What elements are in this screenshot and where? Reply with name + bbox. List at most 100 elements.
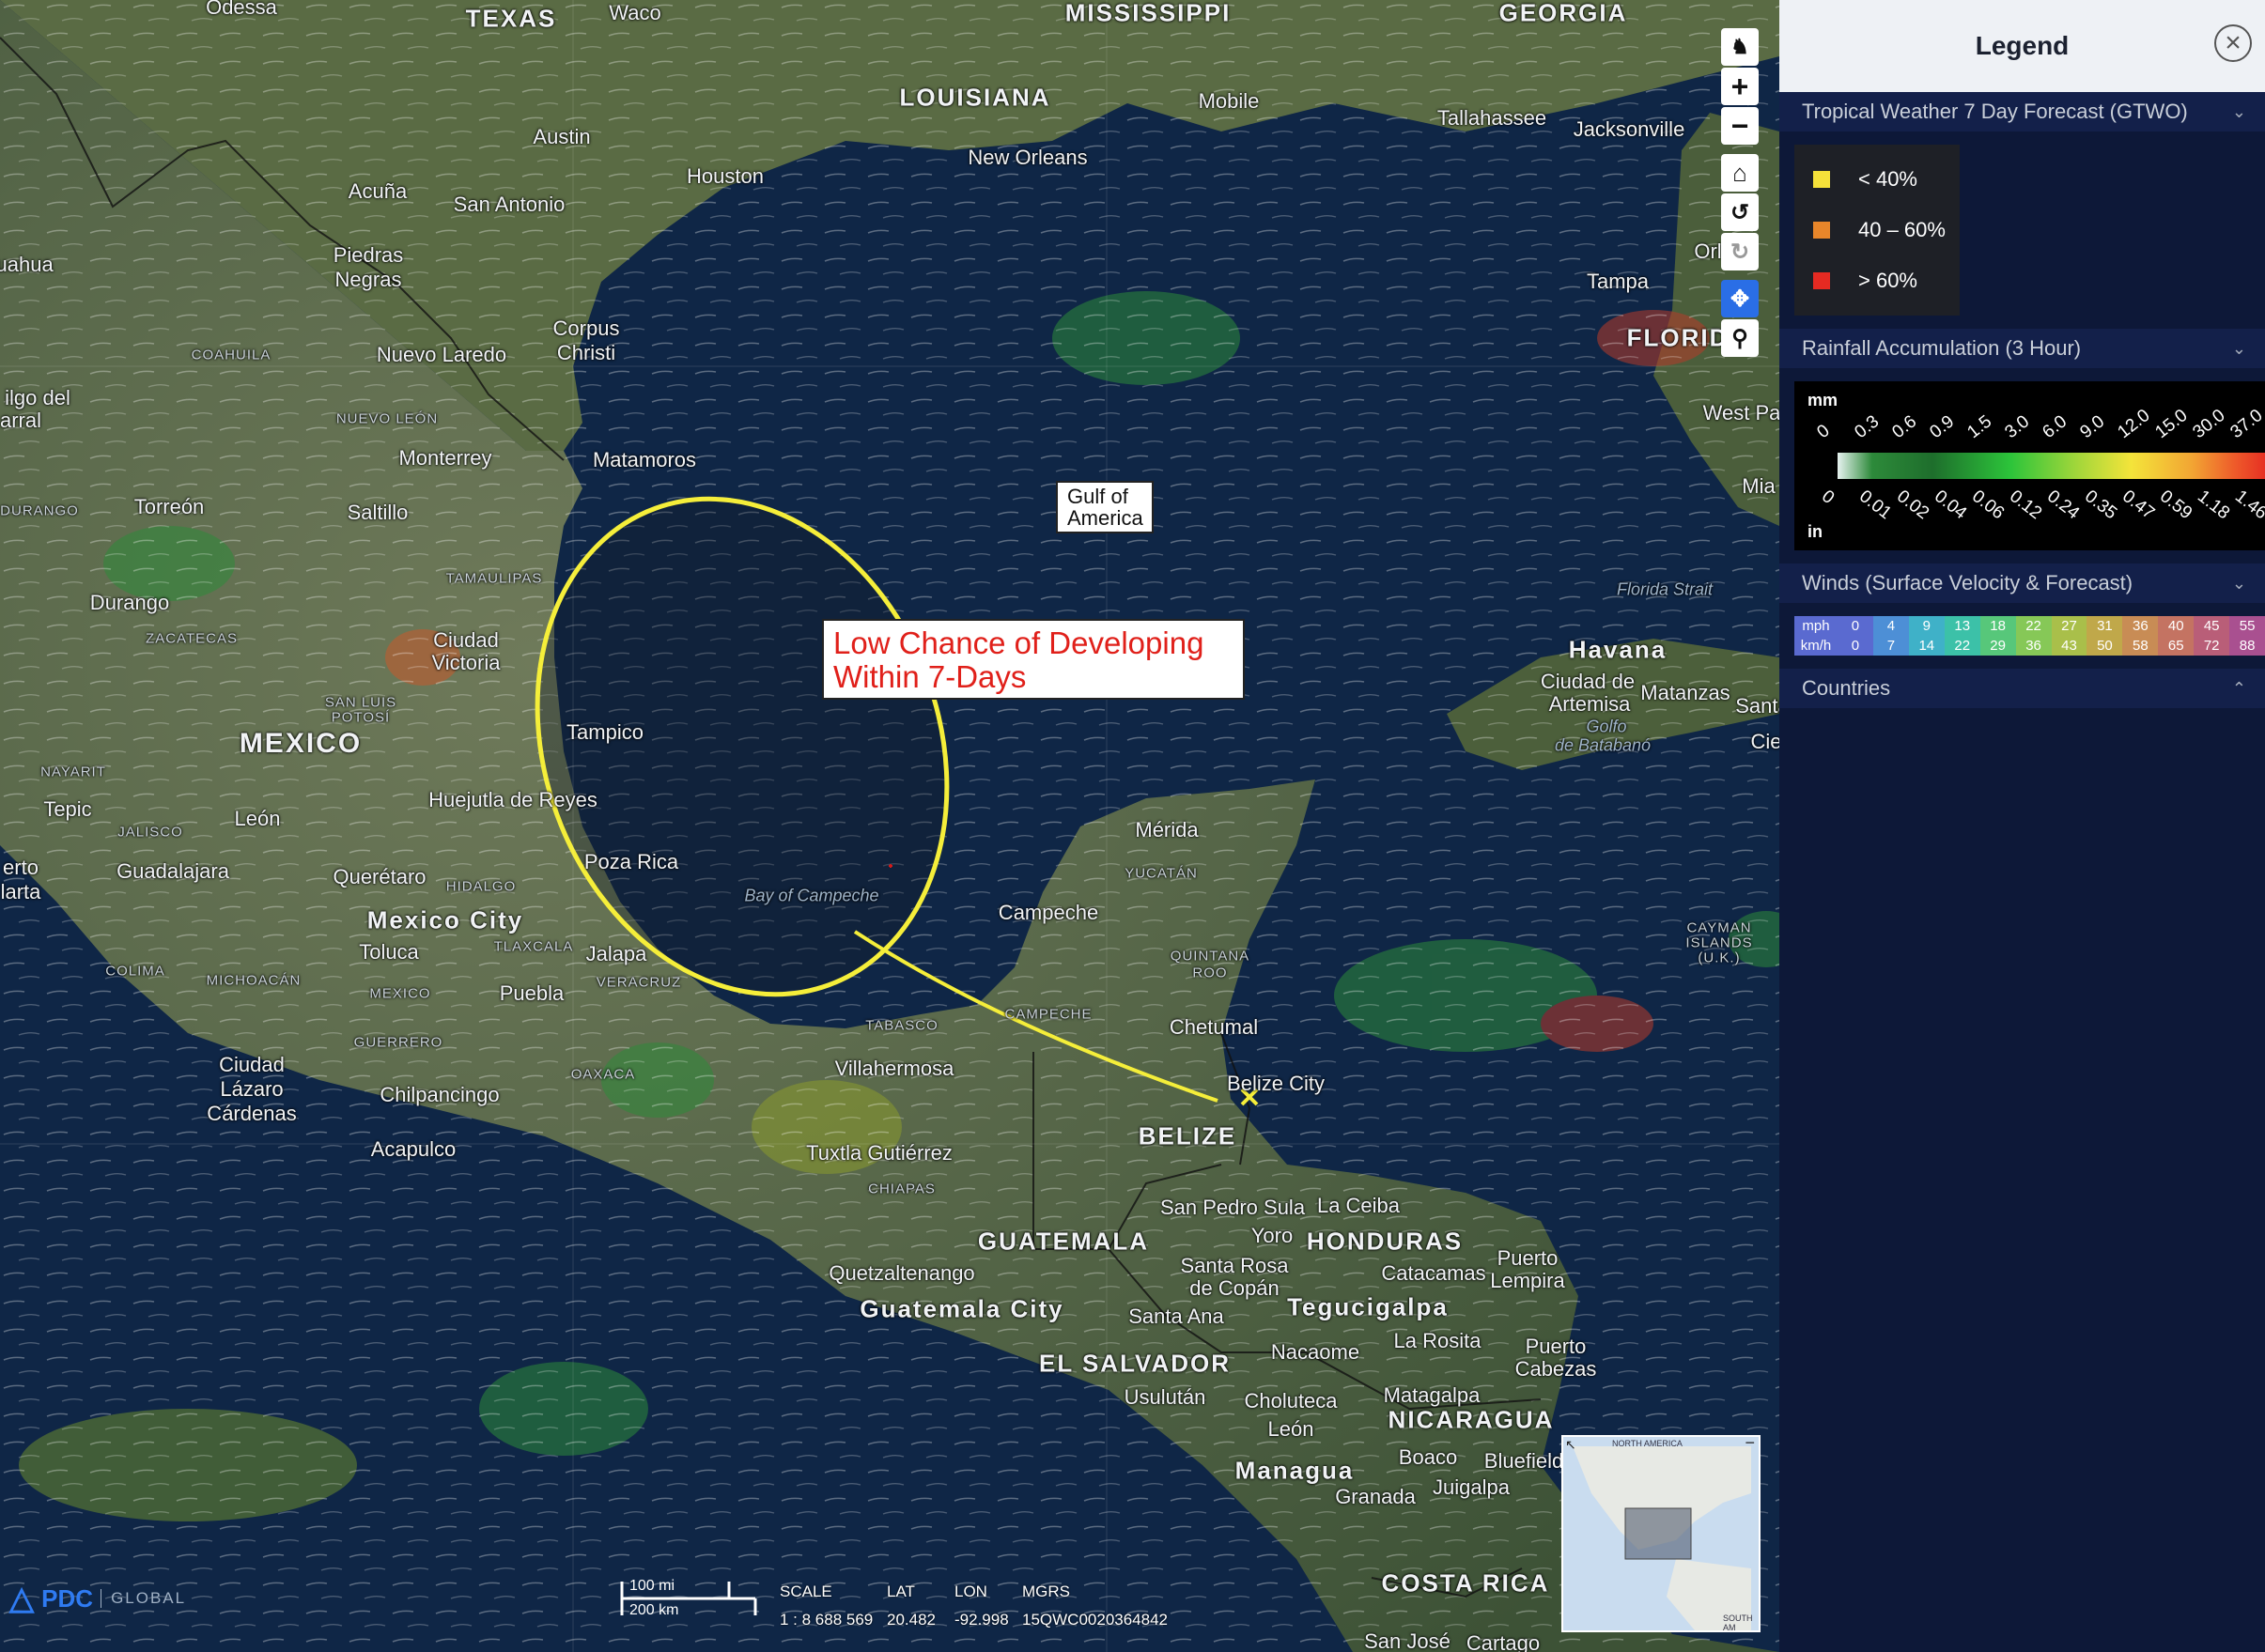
place-label: HONDURAS [1306,1227,1464,1256]
section-gtwo[interactable]: Tropical Weather 7 Day Forecast (GTWO) ⌄ [1779,92,2265,131]
rain-in-tick: 0.06 [1968,486,2009,524]
place-label: Quetzaltenango [829,1261,975,1285]
zoom-in-icon[interactable]: + [1721,68,1759,105]
place-label: Toluca [359,940,419,964]
forecast-callout: Low Chance of Developing Within 7-Days [822,619,1245,700]
chevron-down-icon[interactable]: ⌄ [2232,339,2246,359]
place-label: Boaco [1398,1445,1458,1469]
place-label: León [234,807,281,830]
overview-minimap[interactable]: NORTH AMERICA SOUTH AM ↖ − [1561,1435,1761,1632]
wind-value-cell: 22 [1944,636,1980,656]
mgrs-info: MGRS 15QWC0020364842 [1022,1578,1168,1634]
place-label: TLAXCALA [493,938,574,955]
wind-value-cell: 40 [2158,616,2195,636]
minimap-expand-icon[interactable]: ↖ [1565,1437,1576,1453]
place-label: Ciudad [219,1053,285,1076]
rotate-right-icon[interactable]: ↻ [1721,233,1759,270]
place-label: POTOSÍ [331,709,391,726]
gtwo-item: < 40% [1794,154,1960,205]
pdc-brand: PDC [41,1583,94,1613]
rain-in-tick: 1.46 [2231,486,2265,524]
wind-value-cell: 43 [2051,636,2087,656]
zoom-out-icon[interactable]: − [1721,107,1759,145]
place-label: QUINTANA [1170,948,1250,965]
chevron-up-icon[interactable]: ⌃ [2232,679,2246,699]
rain-mm-tick: 0.3 [1851,411,1884,443]
section-countries[interactable]: Countries ⌃ [1779,669,2265,708]
gtwo-title: Tropical Weather 7 Day Forecast (GTWO) [1802,100,2188,123]
place-label: huahua [0,253,54,276]
wind-unit-label: km/h [1794,636,1838,656]
wind-value-cell: 55 [2229,616,2265,636]
rain-mm-tick: 12.0 [2114,405,2154,443]
place-label: DURANGO [0,502,79,519]
gulf-label-box: Gulf of America [1056,481,1154,533]
place-label: Puerto [1525,1335,1587,1358]
rain-mm-tick: 37.0 [2226,405,2265,443]
lat-info: LAT 20.482 [887,1578,936,1634]
rain-mm-tick: 0 [1813,421,1834,443]
map-view[interactable]: Odessa TEXAS Waco MISSISSIPPI GEORGIA LOUISIA… [0,0,1779,1652]
place-label: Tegucigalpa [1287,1292,1449,1321]
wind-value-cell: 22 [2015,616,2052,636]
wind-value-cell: 50 [2087,636,2123,656]
rain-mm-tick: 15.0 [2151,405,2192,443]
place-label: Huejutla de Reyes [428,788,597,811]
place-label: Jalapa [585,942,647,965]
section-winds[interactable]: Winds (Surface Velocity & Forecast) ⌄ [1779,564,2265,603]
home-icon[interactable]: ⌂ [1721,154,1759,192]
rain-unit-mm: mm [1807,391,1838,409]
rain-mm-tick: 6.0 [2039,411,2071,443]
countries-title: Countries [1802,676,1891,700]
mgrs-value: 15QWC0020364842 [1022,1611,1169,1629]
place-label: ISLANDS [1685,934,1753,951]
place-label: Santa Rosa [1180,1254,1289,1277]
chevron-down-icon[interactable]: ⌄ [2232,102,2246,122]
rotate-left-icon[interactable]: ↺ [1721,193,1759,231]
place-label: Guadalajara [116,859,229,883]
wind-value-cell: 45 [2194,616,2230,636]
minimap-sub: SOUTH AM [1723,1613,1753,1632]
section-rainfall[interactable]: Rainfall Accumulation (3 Hour) ⌄ [1779,329,2265,368]
zoom-area-icon[interactable]: ⚲ [1721,319,1759,357]
place-label: Villahermosa [834,1057,954,1080]
wind-value-cell: 0 [1838,616,1873,636]
place-label: Tampico [566,720,644,744]
place-label: Torreón [133,495,205,518]
place-label: Chilpancingo [380,1083,500,1106]
place-label: Tepic [43,797,92,821]
pan-icon[interactable]: ✥ [1721,280,1759,317]
place-label: Cartago [1466,1631,1541,1652]
place-label: Tampa [1586,270,1650,293]
lon-label: LON [954,1583,987,1600]
gulf-label-line2: America [1067,506,1143,530]
place-label: Puerto [1497,1246,1559,1270]
place-label: EL SALVADOR [1038,1349,1232,1378]
gtwo-swatch-low [1813,171,1830,188]
place-label: Mérida [1135,818,1199,841]
wind-value-cell: 36 [2122,616,2159,636]
place-label: Piedras [333,243,404,267]
lon-value: -92.998 [954,1611,1009,1629]
place-label: Corpus [552,317,620,340]
place-label: GEORGIA [1498,0,1628,27]
place-label: Nacaome [1270,1340,1360,1364]
gtwo-item: 40 – 60% [1794,205,1960,255]
person-icon[interactable]: ♞ [1721,28,1759,66]
place-label: Granada [1335,1485,1416,1508]
rain-mm-tick: 3.0 [2001,411,2034,443]
place-label: TABASCO [865,1017,939,1034]
wind-value-cell: 14 [1908,636,1945,656]
place-label: Choluteca [1244,1389,1338,1413]
place-label: (U.K.) [1698,950,1741,966]
place-label: Golfo [1586,717,1627,736]
gtwo-legend: < 40% 40 – 60% > 60% [1794,145,1960,316]
place-label: erto [3,856,39,879]
place-label: San Pedro Sula [1159,1196,1306,1219]
close-icon[interactable]: × [2214,24,2252,62]
place-label: NUEVO LEÓN [335,410,439,427]
wind-value-cell: 0 [1838,636,1873,656]
minimap-collapse-icon[interactable]: − [1745,1437,1755,1453]
chevron-down-icon[interactable]: ⌄ [2232,574,2246,594]
rain-in-tick: 0.24 [2043,486,2084,524]
